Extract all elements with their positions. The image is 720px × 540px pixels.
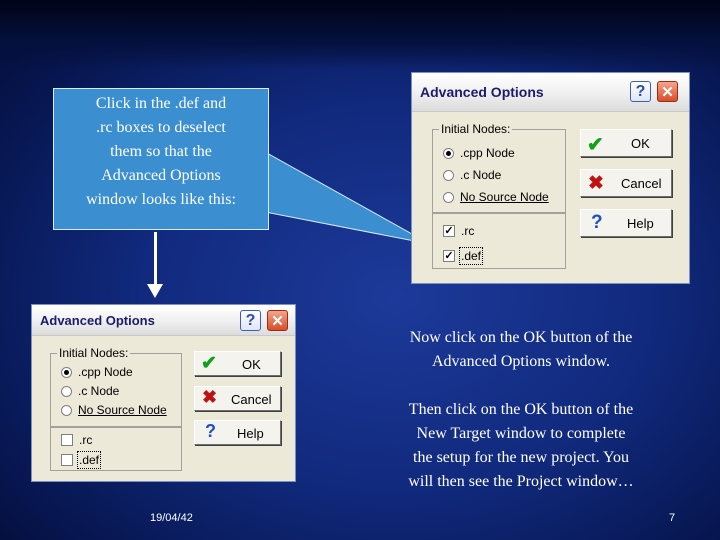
titlebar-close-button[interactable]: ✕	[657, 81, 678, 102]
group-label: Initial Nodes:	[57, 346, 131, 360]
checkbox-def[interactable]: .def	[61, 451, 102, 469]
radio-c-node[interactable]: .c Node	[443, 168, 501, 182]
titlebar-help-button[interactable]: ?	[240, 310, 261, 331]
question-mark-icon: ?	[205, 421, 216, 441]
cancel-label: Cancel	[621, 176, 662, 191]
red-x-icon: ✖	[588, 173, 604, 194]
instruction-line: will then see the Project window…	[408, 473, 634, 490]
checkbox-label: .def	[458, 247, 484, 265]
help-button[interactable]: ? Help	[580, 209, 672, 237]
question-mark-icon: ?	[591, 212, 603, 233]
red-x-icon: ✖	[202, 387, 218, 407]
checkbox-indicator	[61, 434, 73, 446]
callout-line: Click in the .def and	[95, 95, 227, 112]
ok-button[interactable]: ✔ OK	[194, 351, 281, 376]
instruction-text-ok-advanced: Now click on the OK button of the Advanc…	[340, 326, 702, 374]
instruction-line: Now click on the OK button of the	[409, 329, 633, 346]
ok-label: OK	[631, 136, 650, 151]
instruction-line: New Target window to complete	[416, 425, 626, 442]
callout-line: them so that the	[110, 143, 212, 160]
slide-number: 7	[669, 512, 676, 524]
ok-button[interactable]: ✔ OK	[580, 129, 672, 157]
callout-line: window looks like this:	[86, 191, 236, 208]
radio-label: .cpp Node	[78, 365, 133, 379]
instruction-callout: Click in the .def and .rc boxes to desel…	[53, 88, 269, 230]
slide-date: 19/04/42	[150, 512, 193, 524]
dialog-titlebar[interactable]: Advanced Options ? ✕	[412, 73, 689, 112]
titlebar-help-button[interactable]: ?	[630, 81, 651, 102]
help-label: Help	[627, 216, 654, 231]
radio-indicator	[443, 147, 454, 159]
radio-no-source-node[interactable]: No Source Node	[443, 190, 549, 204]
callout-line: Advanced Options	[101, 167, 221, 184]
checkbox-indicator	[61, 454, 73, 466]
checkbox-def[interactable]: ✓ .def	[443, 247, 484, 265]
cancel-button[interactable]: ✖ Cancel	[580, 169, 672, 197]
checkbox-rc[interactable]: .rc	[61, 433, 92, 447]
cancel-label: Cancel	[231, 392, 272, 407]
radio-indicator	[443, 169, 454, 181]
radio-indicator	[61, 366, 72, 378]
radio-indicator	[443, 191, 454, 203]
dialog-titlebar[interactable]: Advanced Options ? ✕	[32, 305, 295, 336]
advanced-options-dialog-before: Advanced Options ? ✕ Initial Nodes: .cpp…	[411, 72, 690, 284]
titlebar-close-button[interactable]: ✕	[267, 310, 288, 331]
instruction-line: the setup for the new project. You	[413, 449, 629, 466]
radio-indicator	[61, 385, 72, 397]
radio-label: No Source Node	[78, 403, 167, 417]
checkbox-indicator: ✓	[443, 250, 455, 262]
radio-cpp-node[interactable]: .cpp Node	[443, 146, 515, 160]
radio-label: .c Node	[78, 384, 120, 398]
dialog-title: Advanced Options	[40, 313, 155, 328]
instruction-line: Then click on the OK button of the	[408, 401, 634, 418]
down-arrow-icon	[147, 284, 163, 298]
radio-label: .c Node	[460, 168, 502, 182]
checkbox-label: .rc	[79, 433, 93, 447]
down-arrow-shaft	[154, 232, 157, 287]
checkbox-rc[interactable]: ✓ .rc	[443, 224, 474, 238]
instruction-line: Advanced Options window.	[431, 353, 611, 370]
dialog-title: Advanced Options	[420, 84, 544, 100]
help-button[interactable]: ? Help	[194, 420, 281, 445]
radio-cpp-node[interactable]: .cpp Node	[61, 365, 133, 379]
group-label: Initial Nodes:	[439, 122, 513, 136]
instruction-text-ok-new-target: Then click on the OK button of the New T…	[340, 398, 702, 494]
radio-no-source-node[interactable]: No Source Node	[61, 403, 167, 417]
green-check-icon: ✔	[587, 134, 604, 156]
ok-label: OK	[242, 357, 261, 372]
radio-c-node[interactable]: .c Node	[61, 384, 119, 398]
callout-line: .rc boxes to deselect	[96, 119, 226, 136]
advanced-options-dialog-after: Advanced Options ? ✕ Initial Nodes: .cpp…	[31, 304, 296, 482]
checkbox-label: .rc	[461, 224, 475, 238]
checkbox-label: .def	[76, 451, 102, 469]
cancel-button[interactable]: ✖ Cancel	[194, 386, 281, 411]
checkbox-indicator: ✓	[443, 225, 455, 237]
radio-indicator	[61, 404, 72, 416]
help-label: Help	[237, 426, 264, 441]
green-check-icon: ✔	[201, 353, 217, 374]
radio-label: No Source Node	[460, 190, 549, 204]
radio-label: .cpp Node	[460, 146, 515, 160]
